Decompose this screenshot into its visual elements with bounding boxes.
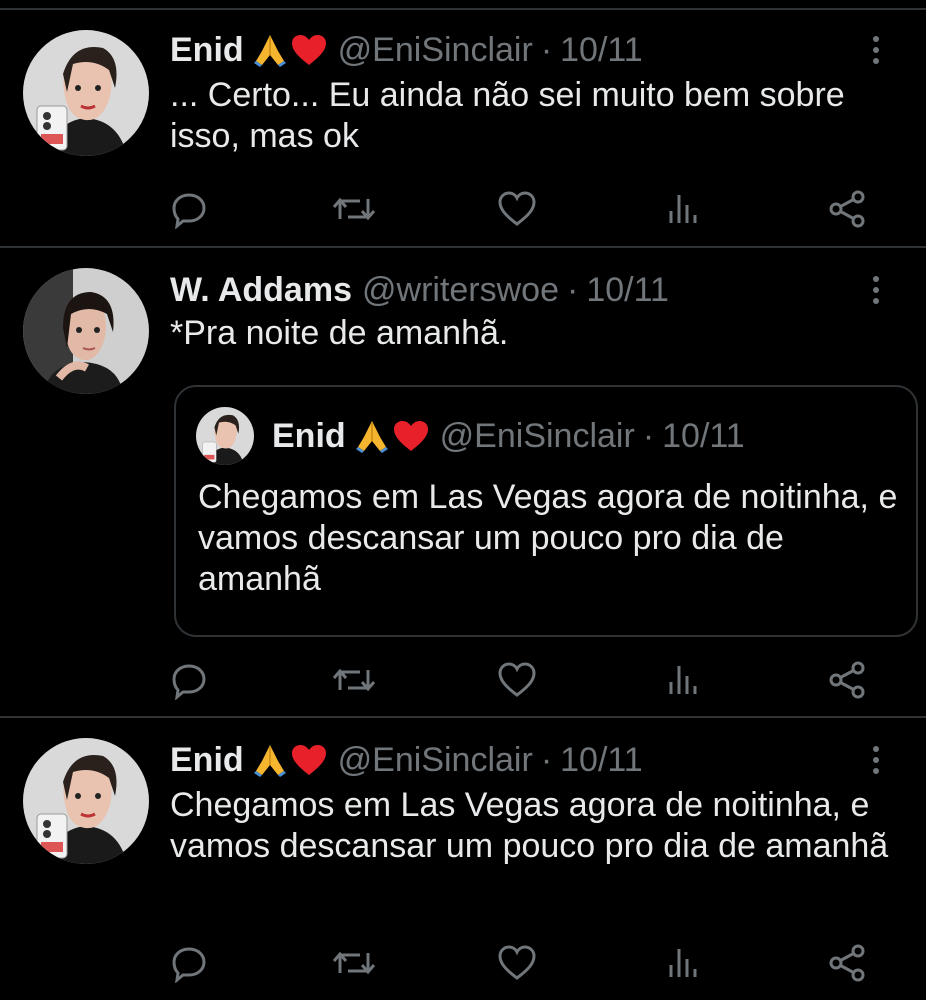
quoted-handle[interactable]: @EniSinclair	[440, 417, 635, 456]
tweet-header: Enid @EniSinclair · 10/11	[170, 30, 643, 70]
more-options-icon[interactable]	[866, 740, 886, 780]
separator-dot: ·	[540, 740, 553, 779]
retweet-icon[interactable]	[331, 940, 377, 986]
separator-dot: ·	[567, 270, 579, 309]
tweet-actions	[0, 940, 926, 986]
folded-hands-icon	[253, 745, 286, 777]
tweet-date[interactable]: 10/11	[560, 31, 643, 70]
tweet-text: *Pra noite de amanhã.	[170, 314, 509, 352]
quoted-date[interactable]: 10/11	[662, 417, 745, 456]
display-name[interactable]: Enid	[170, 741, 244, 780]
top-divider	[0, 8, 926, 10]
views-icon[interactable]	[660, 186, 706, 232]
separator-dot: ·	[540, 30, 553, 69]
share-icon[interactable]	[824, 657, 870, 703]
reply-icon[interactable]	[166, 186, 212, 232]
name-emoji	[252, 33, 328, 67]
display-name[interactable]: W. Addams	[170, 271, 352, 310]
tweet-header: W. Addams @writerswoe · 10/11	[170, 270, 669, 310]
share-icon[interactable]	[824, 940, 870, 986]
avatar[interactable]	[23, 738, 149, 864]
like-icon[interactable]	[494, 657, 540, 703]
tweet-divider	[0, 716, 926, 718]
tweet-divider	[0, 246, 926, 248]
name-emoji	[354, 419, 430, 453]
like-icon[interactable]	[494, 940, 540, 986]
quoted-avatar[interactable]	[196, 407, 254, 465]
more-options-icon[interactable]	[866, 30, 886, 70]
tweet-text: ... Certo... Eu ainda não sei muito bem …	[170, 76, 845, 155]
red-heart-icon	[393, 421, 428, 451]
more-options-icon[interactable]	[866, 270, 886, 310]
folded-hands-icon	[253, 35, 286, 67]
tweet-header: Enid @EniSinclair · 10/11	[170, 740, 643, 780]
views-icon[interactable]	[660, 657, 706, 703]
red-heart-icon	[291, 745, 326, 775]
reply-icon[interactable]	[166, 940, 212, 986]
display-name[interactable]: Enid	[170, 31, 244, 70]
share-icon[interactable]	[824, 186, 870, 232]
avatar[interactable]	[23, 30, 149, 156]
tweet-actions	[0, 657, 926, 703]
separator-dot: ·	[642, 416, 655, 455]
tweet-date[interactable]: 10/11	[586, 271, 669, 310]
like-icon[interactable]	[494, 186, 540, 232]
user-handle[interactable]: @writerswoe	[362, 271, 559, 310]
views-icon[interactable]	[660, 940, 706, 986]
retweet-icon[interactable]	[331, 657, 377, 703]
avatar[interactable]	[23, 268, 149, 394]
quoted-tweet[interactable]: Enid @EniSinclair · 10/11 Chegamos em La…	[174, 385, 918, 637]
red-heart-icon	[291, 35, 326, 65]
user-handle[interactable]: @EniSinclair	[338, 741, 533, 780]
quoted-display-name[interactable]: Enid	[272, 417, 346, 456]
tweet-actions	[0, 186, 926, 232]
tweet-text: Chegamos em Las Vegas agora de noitinha,…	[170, 786, 889, 865]
quoted-header: Enid @EniSinclair · 10/11	[272, 415, 745, 457]
quoted-text: Chegamos em Las Vegas agora de noitinha,…	[198, 478, 898, 598]
retweet-icon[interactable]	[331, 186, 377, 232]
tweet-date[interactable]: 10/11	[560, 741, 643, 780]
reply-icon[interactable]	[166, 657, 212, 703]
name-emoji	[252, 743, 328, 777]
folded-hands-icon	[355, 421, 388, 453]
user-handle[interactable]: @EniSinclair	[338, 31, 533, 70]
